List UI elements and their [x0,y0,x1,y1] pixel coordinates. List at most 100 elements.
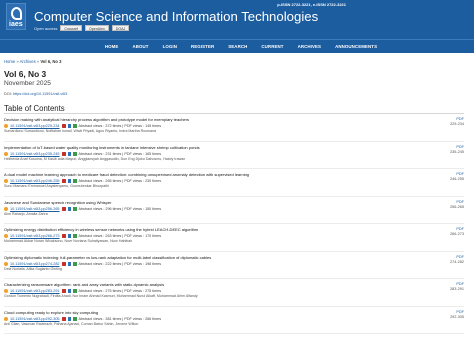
article-doi-link[interactable]: 10.11591/csit.v6i3.pp235-245 [10,152,60,156]
nav-login[interactable]: LOGIN [163,44,177,49]
article-doi-link[interactable]: 10.11591/csit.v6i3.pp246-255 [10,179,60,183]
article-title[interactable]: A dual model machine learning approach t… [4,172,404,177]
article-authors: Gordon Tumento Nugrahadi, Firdita Ahadi,… [4,294,198,298]
article-views: Abstract views : 263 times | PDF views :… [78,234,162,238]
article-title[interactable]: Decision making with analytical hierarch… [4,117,404,122]
article-views: Abstract views : 381 times | PDF views :… [78,316,162,321]
share-icon[interactable] [67,206,72,211]
share-icon[interactable] [67,234,72,238]
metrics-icon[interactable] [73,234,77,238]
pdf-icon[interactable] [61,124,66,128]
article-title[interactable]: Implementation of IoT-based water qualit… [4,145,404,150]
pdf-icon[interactable] [61,179,66,183]
article-doi-link[interactable]: 10.11591/csit.v6i3.pp274-282 [10,262,60,266]
breadcrumb: Home » Archives » Vol 6, No 3 [4,59,464,65]
logo-emblem-icon [11,7,22,20]
badge-doaj[interactable]: DOAJ [111,25,130,31]
article-row: Implementation of IoT-based water qualit… [4,142,464,169]
metrics-icon[interactable] [73,124,77,128]
doi-label: DOI: [4,92,13,96]
article-views: Abstract views : 231 times | PDF views :… [78,151,162,156]
article-meta: PDF 292-305 [442,310,464,320]
article-doi-link[interactable]: 10.11591/csit.v6i3.pp266-273 [10,234,60,238]
doi-badge-icon [4,316,8,321]
article-row: Decision making with analytical hierarch… [4,114,464,142]
article-authors: Muhammad Akbar Nuran Wicaksono, Noer Nov… [4,239,133,243]
pdf-icon[interactable] [61,206,66,211]
badge-openalex[interactable]: OpenAlex [84,25,109,31]
article-views: Abstract views : 222 times | PDF views :… [78,261,162,266]
open-access-label: Open access [34,25,58,31]
article-views: Abstract views : 296 times | PDF views :… [78,206,162,211]
article-meta: PDF 283-291 [442,282,464,292]
nav-search[interactable]: SEARCH [228,44,247,49]
article-authors: Dela Nurlaila, Atika Sugianto Ginting [4,266,62,271]
share-icon[interactable] [67,124,72,128]
article-row: Characterizing ransomware algorithm: ran… [4,279,464,307]
doi-badge-icon [4,234,8,238]
share-icon[interactable] [67,151,72,156]
breadcrumb-current: Vol 6, No 3 [40,59,62,64]
pdf-icon[interactable] [61,261,66,266]
pdf-icon[interactable] [61,316,66,321]
badge-crossref[interactable]: Crossref [60,25,82,31]
doi-badge-icon [4,289,8,293]
metrics-icon[interactable] [73,316,77,321]
article-meta: PDF 266-273 [442,227,464,237]
doi-badge-icon [4,206,8,211]
share-icon[interactable] [67,261,72,266]
pdf-icon[interactable] [61,234,66,238]
metrics-icon[interactable] [73,179,77,183]
issue-date: November 2025 [4,80,51,87]
nav-current[interactable]: CURRENT [261,44,283,49]
article-list: Decision making with analytical hierarch… [4,114,464,334]
article-pages: 292-305 [450,314,464,319]
share-icon[interactable] [67,179,72,183]
metrics-icon[interactable] [73,289,77,293]
nav-about[interactable]: ABOUT [132,44,148,49]
site-header: iaes Computer Science and Information Te… [0,0,474,39]
article-authors: Alim Raharjo, Amalia Zahra [4,211,48,216]
nav-announcements[interactable]: ANNOUNCEMENTS [335,44,377,49]
journal-title[interactable]: Computer Science and Information Technol… [34,9,318,24]
metrics-icon[interactable] [73,206,77,211]
article-title[interactable]: Optimizing energy distribution efficienc… [4,227,404,232]
doi-badge-icon [4,179,8,183]
pdf-icon[interactable] [61,289,66,293]
article-doi-link[interactable]: 10.11591/csit.v6i3.pp229-234 [10,124,60,128]
article-row: Javanese and Sundanese speech recognitio… [4,197,464,224]
article-row: A dual model machine learning approach t… [4,169,464,197]
article-title[interactable]: Cloud computing ready to explore into sk… [4,310,404,315]
article-doi-link[interactable]: 10.11591/csit.v6i3.pp292-305 [10,317,60,321]
article-title[interactable]: Characterizing ransomware algorithm: ran… [4,282,404,287]
breadcrumb-archives[interactable]: Archives [20,59,36,64]
pdf-icon[interactable] [61,151,66,156]
article-meta: PDF 229-234 [442,117,464,127]
nav-register[interactable]: REGISTER [191,44,214,49]
article-meta: PDF 256-265 [442,200,464,210]
article-meta: PDF 235-245 [442,145,464,155]
article-doi-link[interactable]: 10.11591/csit.v6i3.pp283-291 [10,289,60,293]
issn-info: p-ISSN 2722-3221, e-ISSN 2722-3221 [277,2,346,7]
share-icon[interactable] [67,316,72,321]
nav-archives[interactable]: ARCHIVES [298,44,322,49]
article-pages: 229-234 [450,122,464,126]
article-authors: Sunu Mamanu Emmanuel Anyalenyamu, Goonsh… [4,184,109,188]
main-nav: HOME ABOUT LOGIN REGISTER SEARCH CURRENT… [0,39,474,53]
share-icon[interactable] [67,289,72,293]
main-content: Home » Archives » Vol 6, No 3 Vol 6, No … [0,53,474,334]
metrics-icon[interactable] [73,151,77,156]
metrics-icon[interactable] [73,261,77,266]
article-doi-link[interactable]: 10.11591/csit.v6i3.pp256-265 [10,207,60,211]
nav-home[interactable]: HOME [105,44,119,49]
article-title[interactable]: Javanese and Sundanese speech recognitio… [4,200,404,205]
breadcrumb-home[interactable]: Home [4,59,15,64]
article-title[interactable]: Optimizing diplomatic indexing: full-par… [4,255,404,260]
journal-logo[interactable]: iaes [6,3,26,30]
doi-badge-icon [4,124,8,128]
issue-doi-link[interactable]: https://doi.org/10.11591/csit.v6i3 [13,92,67,96]
doi-badge-icon [4,261,8,266]
doi-badge-icon [4,151,8,156]
article-views: Abstract views : 275 times | PDF views :… [78,289,162,293]
article-pages: 274-282 [450,259,464,264]
